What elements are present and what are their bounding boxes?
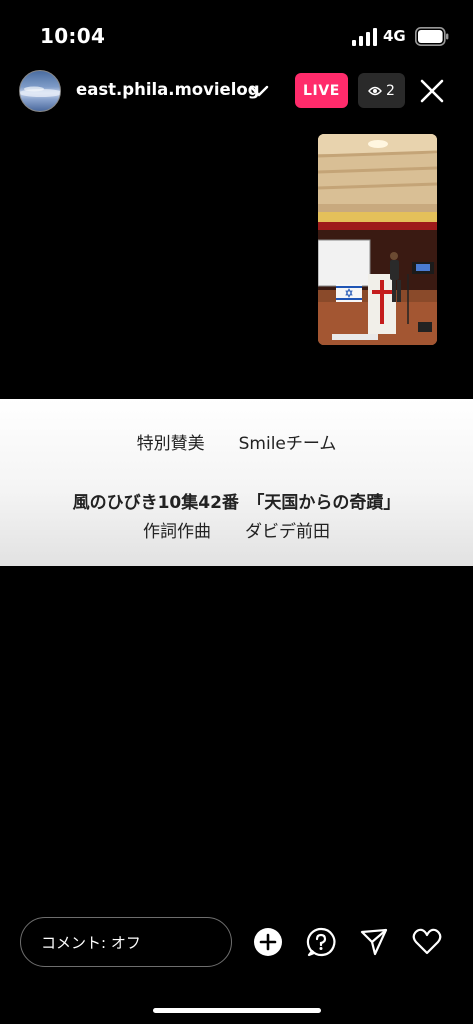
live-header: east.phila.movielog LIVE 2	[0, 66, 473, 116]
heart-icon[interactable]	[412, 927, 442, 957]
status-time: 10:04	[40, 24, 106, 48]
caption-line-3: 作詞作曲 ダビデ前田	[143, 522, 330, 542]
comment-placeholder: コメント: オフ	[41, 933, 141, 952]
send-icon[interactable]	[359, 927, 389, 957]
viewer-count-badge[interactable]: 2	[358, 73, 405, 108]
signal-icon	[352, 28, 377, 46]
question-icon[interactable]	[306, 927, 336, 957]
battery-icon	[415, 27, 449, 46]
avatar-image	[20, 86, 60, 97]
status-bar: 10:04 4G	[0, 0, 473, 68]
live-video-preview[interactable]	[318, 134, 437, 345]
caption-line-1: 特別賛美 Smileチーム	[136, 434, 337, 454]
live-badge: LIVE	[295, 73, 348, 108]
comment-input[interactable]: コメント: オフ	[20, 917, 232, 967]
network-label: 4G	[383, 27, 406, 45]
eye-icon	[368, 86, 382, 95]
add-icon[interactable]	[253, 927, 283, 957]
home-indicator[interactable]	[153, 1008, 321, 1013]
caption-banner: 特別賛美 Smileチーム 風のひびき10集42番 「天国からの奇蹟」 作詞作曲…	[0, 399, 473, 566]
stage-image	[318, 134, 437, 345]
viewer-count: 2	[386, 82, 395, 99]
caption-line-2: 風のひびき10集42番 「天国からの奇蹟」	[72, 493, 401, 513]
username[interactable]: east.phila.movielog	[76, 80, 260, 99]
close-icon[interactable]	[417, 76, 447, 106]
chevron-down-icon[interactable]	[248, 82, 270, 100]
avatar[interactable]	[19, 70, 61, 112]
